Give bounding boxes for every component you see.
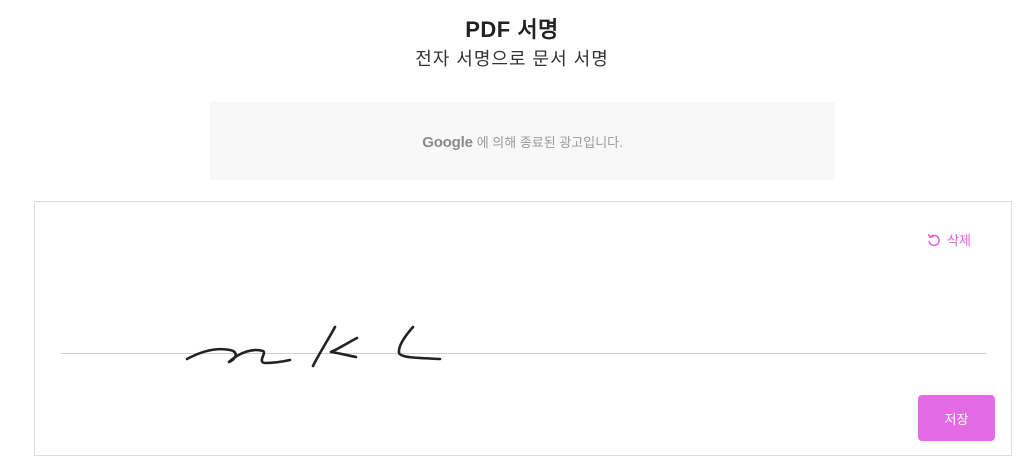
ad-placeholder: Google 에 의해 종료된 광고입니다. (210, 102, 835, 180)
page-title: PDF 서명 (465, 17, 559, 42)
signature-stroke (185, 325, 442, 368)
page-subtitle: 전자 서명으로 문서 서명 (415, 49, 609, 69)
ad-message: 에 의해 종료된 광고입니다. (476, 134, 623, 150)
page: PDF 서명 전자 서명으로 문서 서명 Google 에 의해 종료된 광고입… (0, 0, 1024, 469)
save-button[interactable]: 저장 (918, 395, 995, 441)
ad-text: Google 에 의해 종료된 광고입니다. (422, 132, 622, 151)
google-logo: Google (422, 133, 473, 151)
signature-pad[interactable]: 삭제 저장 (34, 201, 1012, 456)
